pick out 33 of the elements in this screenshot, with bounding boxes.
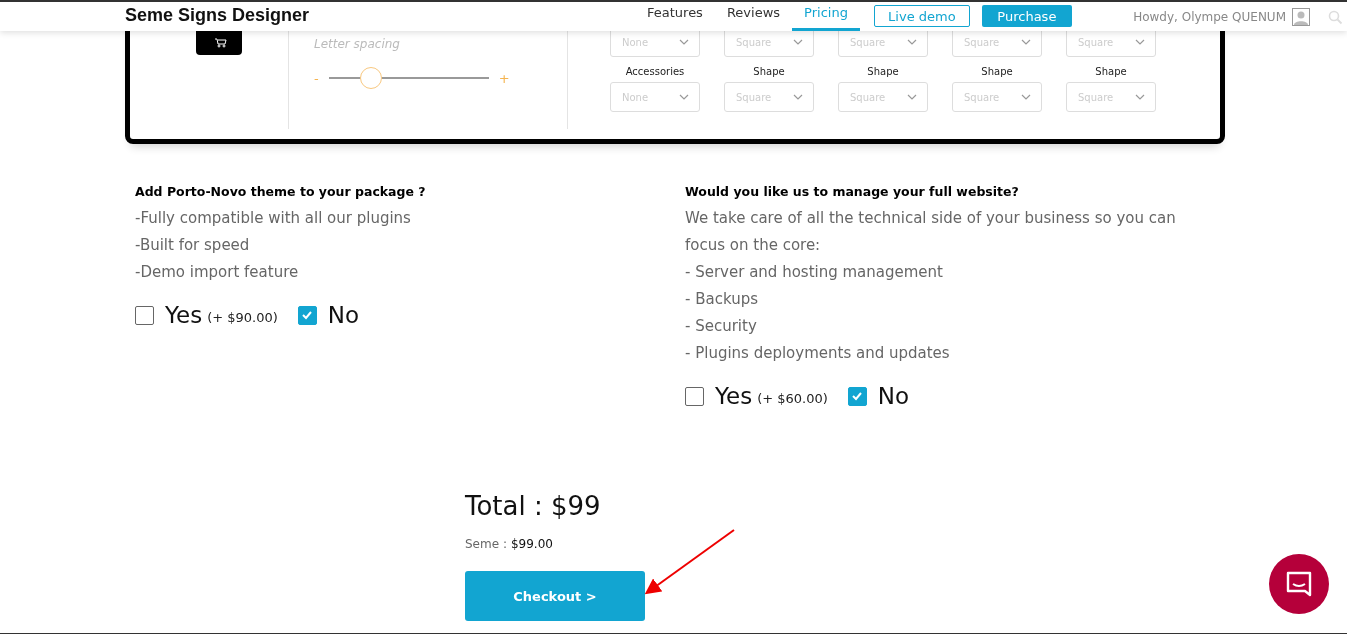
option-label: Shape: [752, 66, 786, 77]
option-label[interactable]: No: [877, 383, 910, 409]
total-price: Total : $99: [465, 491, 601, 521]
plus-sign[interactable]: +: [498, 70, 510, 86]
feature-item: - Backups: [685, 289, 759, 310]
feature-item: - Plugins deployments and updates: [685, 343, 951, 364]
option-label[interactable]: Yes: [165, 302, 203, 328]
user-greeting[interactable]: Howdy, Olympe QUENUM: [1133, 10, 1286, 24]
option-label: Shape: [866, 66, 900, 77]
item-label: Seme :: [465, 537, 507, 551]
option-price: (+ $90.00): [207, 309, 278, 325]
option-label[interactable]: Yes: [715, 383, 753, 409]
option-label: Shape: [980, 66, 1014, 77]
nav-link[interactable]: Pricing: [792, 6, 860, 31]
letter-spacing-label: Letter spacing: [314, 37, 401, 51]
feature-item: - Server and hosting management: [685, 262, 944, 283]
purchase-button[interactable]: Purchase: [981, 5, 1072, 27]
addon-description: We take care of all the technical side of your business so you can focus on the core:: [685, 208, 1177, 256]
addon-heading: Add Porto-Novo theme to your package ?: [135, 184, 427, 199]
feature-item: -Demo import feature: [135, 262, 300, 283]
minus-sign[interactable]: -: [314, 70, 319, 86]
addon-heading: Would you like us to manage your full website?: [685, 184, 1020, 199]
feature-item: - Security: [685, 316, 758, 337]
option-price: (+ $60.00): [757, 390, 828, 406]
checkout-button[interactable]: Checkout >: [465, 571, 645, 621]
live-demo-button[interactable]: Live demo: [873, 5, 970, 27]
site-title[interactable]: Seme Signs Designer: [125, 5, 625, 26]
option-label: Accessories: [624, 66, 686, 77]
feature-item: -Built for speed: [135, 235, 251, 256]
item-price: $99.00: [510, 537, 553, 551]
option-label: Shape: [1094, 66, 1128, 77]
feature-item: -Fully compatible with all our plugins: [135, 208, 412, 229]
option-label[interactable]: No: [327, 302, 360, 328]
